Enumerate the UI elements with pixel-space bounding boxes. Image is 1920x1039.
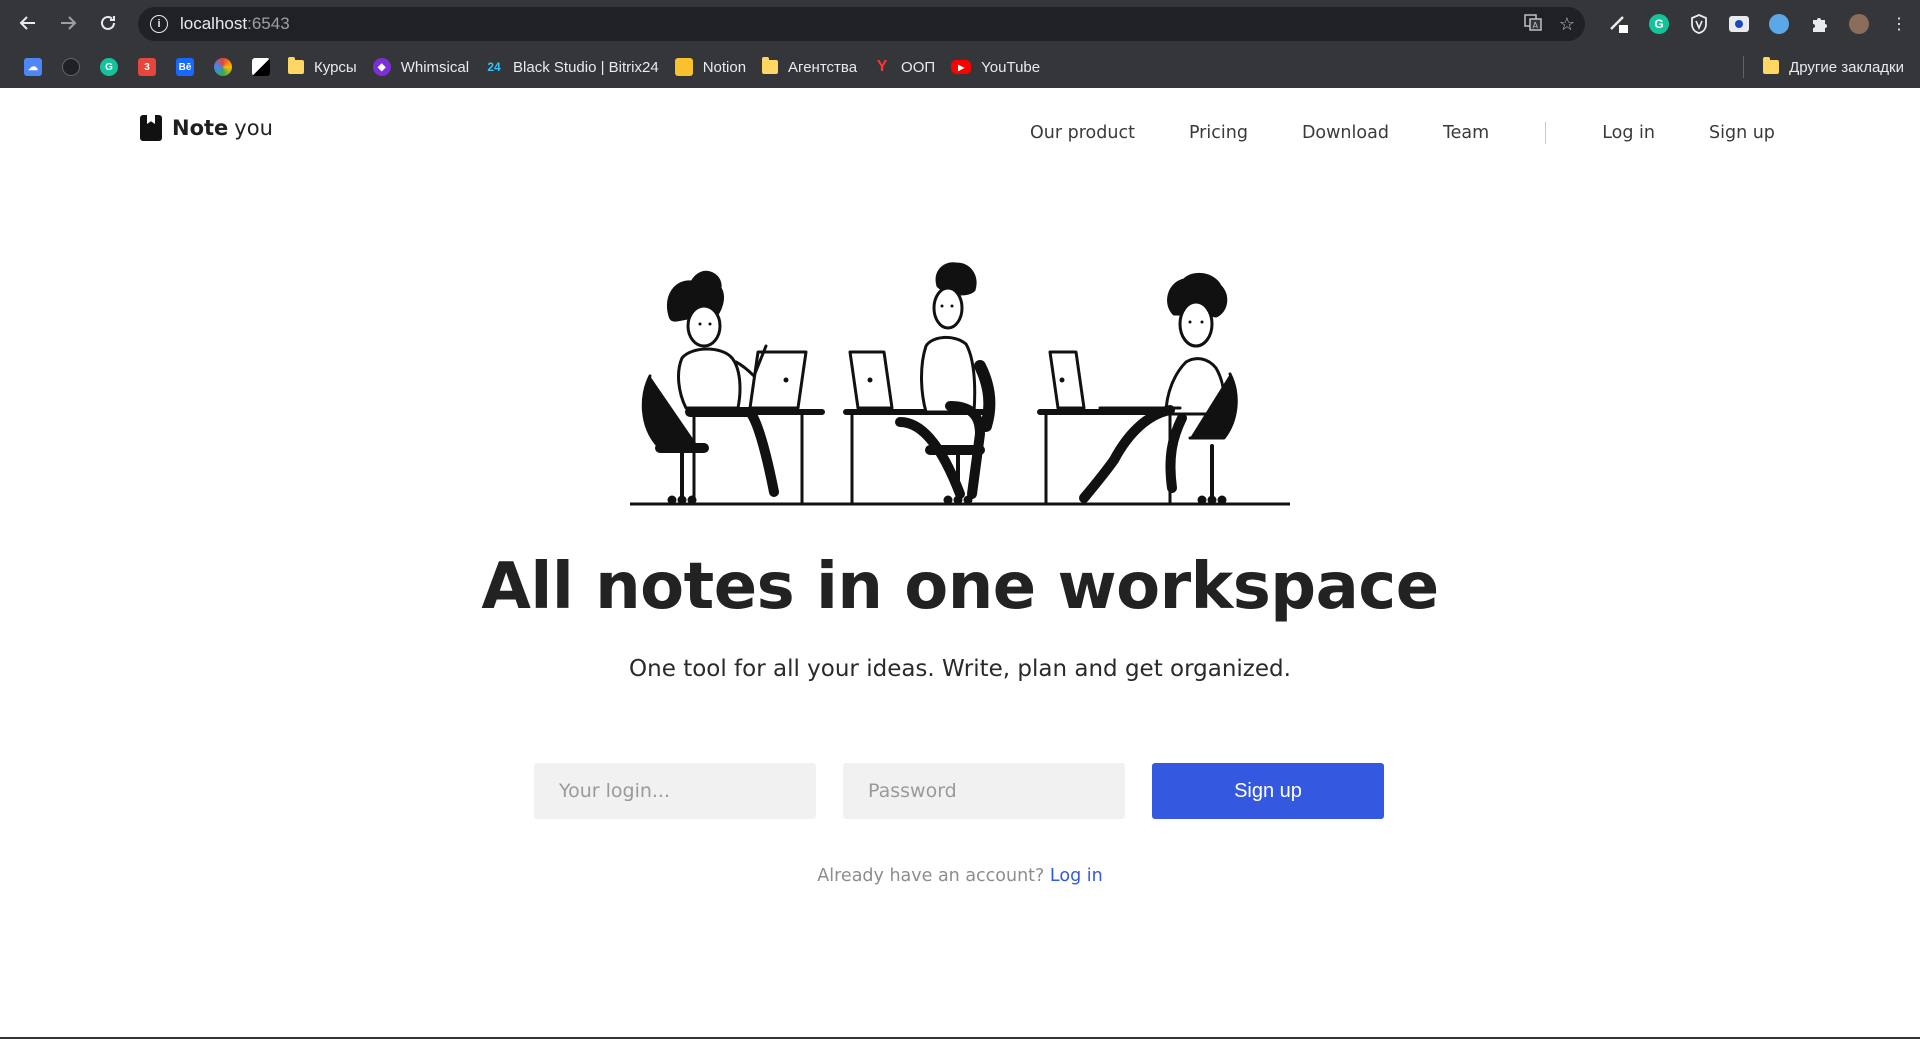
folder-icon	[288, 57, 304, 74]
bookmark-behance[interactable]: Bē	[166, 52, 204, 82]
page-content: Note you Our product Pricing Download Tea…	[0, 88, 1920, 1039]
contrast-icon	[252, 58, 270, 76]
hero-subline: One tool for all your ideas. Write, plan…	[629, 656, 1291, 682]
address-bar[interactable]: i localhost:6543 A ☆	[138, 7, 1585, 41]
bookmark-label: Другие закладки	[1789, 58, 1904, 76]
bookmark-folder-other[interactable]: Другие закладки	[1755, 52, 1912, 82]
bookmark-calendar[interactable]: 3	[128, 52, 166, 82]
svg-text:A: A	[1532, 21, 1538, 30]
site-header: Note you Our product Pricing Download Tea…	[0, 88, 1920, 168]
bookmark-label: Курсы	[314, 58, 357, 76]
login-prompt: Already have an account? Log in	[0, 866, 1920, 886]
nav-team[interactable]: Team	[1443, 123, 1489, 143]
arrow-left-icon	[19, 16, 35, 30]
bookmark-star-icon[interactable]: ☆	[1559, 14, 1575, 35]
folder-icon	[1763, 57, 1780, 74]
password-input[interactable]	[843, 763, 1125, 819]
bookmark-contrast[interactable]	[242, 52, 280, 82]
grammarly-icon: G	[100, 58, 118, 76]
bookmark-folder-agencies[interactable]: Агентства	[754, 52, 865, 82]
signup-form: Sign up	[534, 763, 1384, 819]
hero-headline: All notes in one workspace	[481, 550, 1439, 624]
nav-pricing[interactable]: Pricing	[1189, 123, 1248, 143]
bookmarks-bar: ☁ G 3 Bē Курсы ◆ Whimsical 24 Black Studio…	[0, 46, 1920, 88]
bookmarks-divider	[1743, 56, 1744, 78]
brand-name: Note	[172, 116, 229, 140]
main-nav: Our product Pricing Download Team Log in…	[1030, 122, 1775, 144]
bookmark-label: Notion	[702, 58, 747, 76]
notion-icon	[674, 58, 693, 76]
bookmark-oop[interactable]: Y ООП	[865, 52, 943, 82]
menu-kebab-icon[interactable]: ⋮	[1886, 11, 1912, 37]
url-port: :6543	[247, 14, 290, 33]
nav-log-in[interactable]: Log in	[1602, 123, 1655, 143]
arrow-right-icon	[61, 16, 77, 30]
behance-icon: Bē	[176, 58, 194, 76]
swirl-extension-icon[interactable]	[1766, 11, 1792, 37]
bookmark-bitrix[interactable]: 24 Black Studio | Bitrix24	[477, 52, 667, 82]
login-input[interactable]	[534, 763, 816, 819]
site-logo[interactable]: Note you	[140, 115, 273, 141]
login-prompt-text: Already have an account?	[817, 866, 1045, 886]
wheel-icon	[214, 58, 232, 76]
translate-icon[interactable]: A	[1523, 12, 1543, 37]
bitrix-icon: 24	[485, 58, 504, 76]
login-link[interactable]: Log in	[1050, 866, 1103, 886]
forward-button[interactable]	[48, 5, 88, 41]
bookmark-youtube[interactable]: ▶ YouTube	[943, 52, 1048, 82]
whimsical-icon: ◆	[372, 58, 391, 76]
nav-sign-up[interactable]: Sign up	[1709, 123, 1775, 143]
yandex-icon: Y	[876, 58, 888, 75]
calendar-icon: 3	[138, 58, 156, 76]
reload-icon	[101, 15, 115, 30]
nav-download[interactable]: Download	[1302, 123, 1389, 143]
bookmark-grammarly[interactable]: G	[90, 52, 128, 82]
profile-avatar[interactable]	[1846, 11, 1872, 37]
shield-extension-icon[interactable]	[1686, 11, 1712, 37]
reload-button[interactable]	[88, 5, 128, 41]
bookmark-whimsical[interactable]: ◆ Whimsical	[365, 52, 477, 82]
bookmark-label: Whimsical	[400, 58, 470, 76]
github-icon	[62, 58, 80, 76]
browser-chrome: i localhost:6543 A ☆ G ⋮ ☁ G 3 Bē Курсы…	[0, 0, 1920, 88]
screenshot-extension-icon[interactable]	[1726, 11, 1752, 37]
bookmark-cloud[interactable]: ☁	[14, 52, 52, 82]
nav-our-product[interactable]: Our product	[1030, 123, 1135, 143]
back-button[interactable]	[8, 5, 48, 41]
site-info-icon[interactable]: i	[150, 15, 168, 33]
extensions-bar: G ⋮	[1606, 8, 1912, 40]
cloud-icon: ☁	[24, 58, 42, 76]
puzzle-extension-icon[interactable]	[1806, 11, 1832, 37]
grammarly-extension-icon[interactable]: G	[1646, 11, 1672, 37]
pen-extension-icon[interactable]	[1606, 11, 1632, 37]
bookmark-github[interactable]	[52, 52, 90, 82]
url-host: localhost	[180, 14, 248, 33]
bookmark-label: Black Studio | Bitrix24	[513, 58, 659, 76]
youtube-icon: ▶	[951, 60, 972, 74]
bookmark-label: Агентства	[788, 58, 858, 76]
brand-suffix: you	[234, 116, 273, 140]
bookmark-wheel[interactable]	[204, 52, 242, 82]
folder-icon	[762, 57, 779, 74]
notebook-icon	[140, 115, 162, 141]
omnibox-actions: A ☆	[1523, 7, 1575, 41]
sign-up-button[interactable]: Sign up	[1152, 763, 1384, 819]
bookmark-notion[interactable]: Notion	[667, 52, 754, 82]
bookmark-folder-courses[interactable]: Курсы	[280, 52, 365, 82]
bookmark-label: ООП	[901, 58, 936, 76]
nav-divider	[1545, 122, 1547, 144]
team-illustration	[630, 262, 1290, 506]
bookmark-label: YouTube	[981, 58, 1041, 76]
